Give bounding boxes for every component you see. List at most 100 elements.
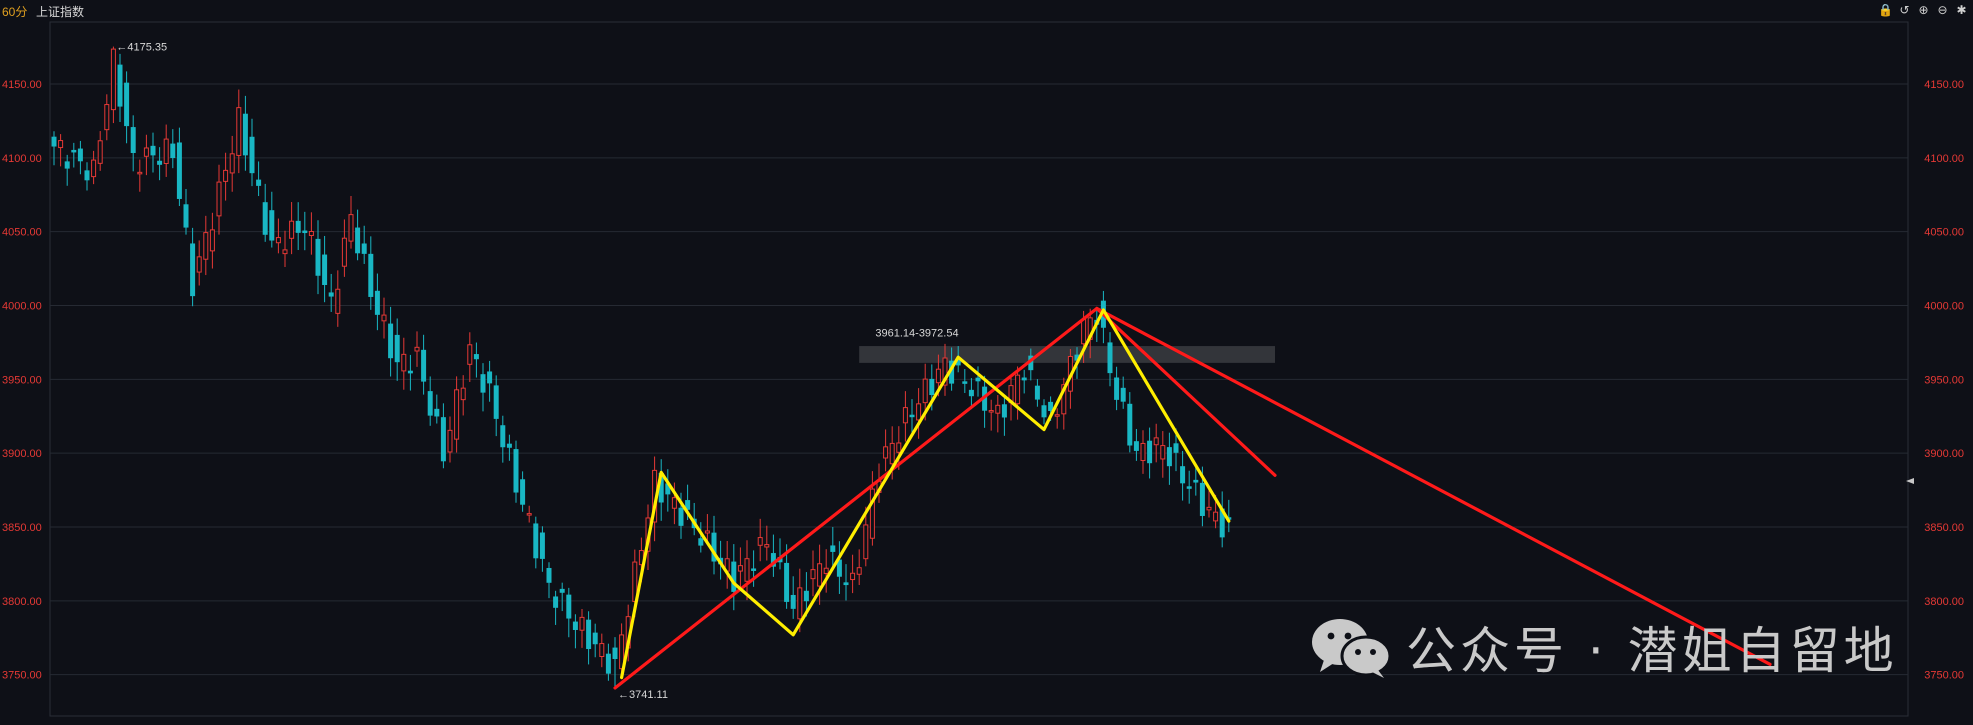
candle-body	[242, 113, 248, 156]
candle-body	[289, 220, 295, 239]
candle-body	[388, 323, 394, 359]
candle-body	[1054, 414, 1060, 417]
candle-body	[1034, 385, 1040, 400]
price-annotation: 3961.14-3972.54	[875, 327, 958, 339]
candle-body	[308, 230, 314, 236]
watermark-text: 公众号 · 潜姐自留地	[1406, 622, 1898, 680]
candle-body	[704, 530, 710, 534]
candle-body	[322, 254, 328, 286]
y-tick-label-left: 4100.00	[2, 153, 42, 165]
y-tick-label-right: 3800.00	[1924, 596, 1964, 608]
candle-body	[520, 479, 526, 505]
candle-body	[764, 544, 770, 548]
candle-body	[209, 229, 215, 252]
candle-body	[1173, 443, 1179, 453]
candle-body	[1127, 403, 1133, 446]
candle-body	[1140, 442, 1146, 462]
candle-body	[817, 563, 823, 587]
candle-body	[460, 387, 466, 401]
candle-body	[889, 442, 895, 465]
candle-body	[275, 237, 281, 244]
watermark: 公众号 · 潜姐自留地	[1310, 612, 1898, 682]
candle-body	[810, 569, 816, 580]
candle-body	[77, 148, 83, 162]
candle-body	[883, 446, 889, 459]
candle-body	[553, 596, 559, 608]
candle-body	[1206, 506, 1212, 511]
candle-body	[1041, 405, 1047, 418]
candle-body	[341, 237, 347, 267]
candle-body	[546, 567, 552, 583]
candle-body	[1107, 342, 1113, 374]
candle-body	[566, 594, 572, 619]
y-tick-label-left: 3850.00	[2, 522, 42, 534]
candle-body	[1001, 404, 1007, 418]
candle-body	[916, 403, 922, 421]
candle-body	[559, 588, 565, 593]
candle-body	[91, 159, 97, 178]
candle-body	[526, 513, 532, 516]
candle-body	[282, 249, 288, 255]
candle-body	[58, 140, 64, 149]
price-annotation: ←3741.11	[618, 689, 668, 701]
candle-body	[183, 204, 189, 228]
candle-body	[256, 179, 262, 186]
candle-body	[751, 568, 757, 571]
candle-body	[612, 647, 618, 659]
candle-body	[130, 127, 136, 154]
candle-body	[671, 497, 677, 509]
candle-body	[863, 524, 869, 560]
y-tick-label-left: 4150.00	[2, 79, 42, 91]
candle-body	[731, 561, 737, 592]
candle-body	[203, 232, 209, 260]
candle-body	[599, 643, 605, 658]
candle-body	[506, 443, 512, 448]
candle-body	[84, 170, 90, 181]
candle-body	[440, 417, 446, 462]
candle-body	[374, 290, 380, 315]
candle-body	[401, 353, 407, 372]
candle-body	[803, 590, 809, 602]
candle-body	[262, 202, 268, 235]
candle-body	[737, 565, 743, 572]
candle-body	[348, 214, 354, 242]
candle-body	[500, 425, 506, 448]
wechat-logo-icon	[1312, 619, 1392, 678]
candle-body	[176, 142, 182, 199]
y-tick-label-right: 4100.00	[1924, 153, 1964, 165]
candle-body	[295, 220, 301, 233]
candle-body	[1193, 479, 1199, 483]
candle-body	[117, 64, 123, 107]
candle-body	[315, 238, 321, 276]
candle-body	[1015, 374, 1021, 405]
candle-body	[302, 230, 308, 234]
candle-body	[856, 567, 862, 575]
y-tick-label-right: 3850.00	[1924, 522, 1964, 534]
candle-body	[513, 449, 519, 493]
candle-body	[678, 507, 684, 526]
candle-body	[143, 147, 149, 157]
candle-body	[473, 354, 479, 360]
candle-body	[797, 587, 803, 620]
candle-body	[157, 160, 163, 165]
candle-body	[586, 619, 592, 650]
candle-body	[434, 408, 440, 417]
y-tick-label-right: 3950.00	[1924, 374, 1964, 386]
candle-body	[137, 171, 143, 175]
y-tick-label-right: 3900.00	[1924, 448, 1964, 460]
candle-body	[962, 381, 968, 384]
candle-body	[236, 107, 242, 156]
candle-body	[493, 385, 499, 419]
candle-body	[480, 374, 486, 393]
candle-body	[249, 136, 255, 174]
candle-body	[368, 253, 374, 297]
candle-body	[968, 389, 974, 397]
y-tick-label-right: 4000.00	[1924, 301, 1964, 313]
candle-body	[381, 314, 387, 322]
candle-body	[355, 227, 361, 254]
candle-body	[790, 594, 796, 609]
candle-body	[223, 169, 229, 182]
candle-body	[163, 138, 169, 164]
candle-body	[1180, 466, 1186, 484]
candle-body	[407, 370, 413, 374]
